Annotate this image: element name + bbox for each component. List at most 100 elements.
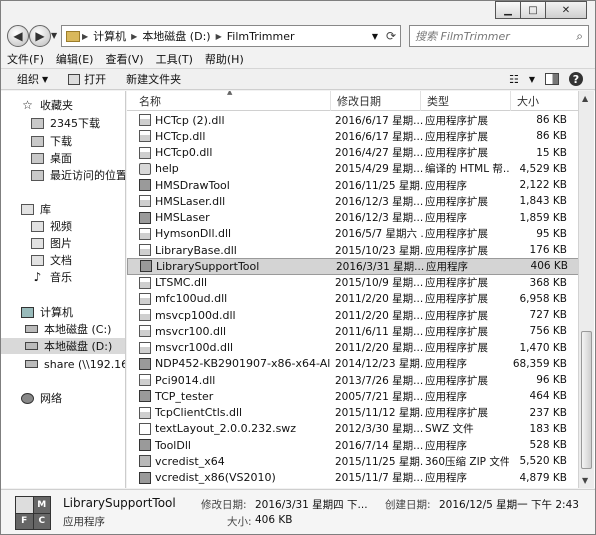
- file-row[interactable]: TCP_tester 2005/7/21 星期... 应用程序 464 KB: [127, 388, 579, 404]
- file-name-cell[interactable]: vcredist_x86(VS2010SP1): [139, 487, 331, 488]
- file-name-cell[interactable]: HymsonDll.dll: [139, 227, 331, 240]
- file-row[interactable]: LibrarySupportTool 2016/3/31 星期... 应用程序 406…: [127, 258, 579, 275]
- file-name-cell[interactable]: LTSMC.dll: [139, 276, 331, 289]
- nav-item-drive-c[interactable]: 本地磁盘 (C:): [1, 321, 125, 337]
- file-row[interactable]: ToolDll 2016/7/14 星期... 应用程序 528 KB: [127, 437, 579, 453]
- file-row[interactable]: HMSLaser.dll 2016/12/3 星期... 应用程序扩展 1,843 K…: [127, 193, 579, 209]
- file-name-cell[interactable]: Pci9014.dll: [139, 374, 331, 387]
- file-name-cell[interactable]: mfc100ud.dll: [139, 292, 331, 305]
- file-name-cell[interactable]: HMSDrawTool: [139, 179, 331, 192]
- menu-help[interactable]: 帮助(H): [205, 51, 244, 67]
- nav-item-documents[interactable]: 文档: [31, 252, 125, 268]
- nav-item-music[interactable]: ♪ 音乐: [31, 269, 125, 285]
- search-icon[interactable]: ⌕: [576, 29, 583, 44]
- file-row[interactable]: help 2015/4/29 星期... 编译的 HTML 帮... 4,529 KB: [127, 161, 579, 177]
- nav-item-videos[interactable]: 视频: [31, 218, 125, 234]
- breadcrumb-filmtrimmer[interactable]: FilmTrimmer: [224, 30, 298, 43]
- close-button[interactable]: ✕: [545, 1, 587, 19]
- vertical-scrollbar[interactable]: ▲ ▼: [578, 91, 594, 488]
- file-name-cell[interactable]: msvcr100.dll: [139, 325, 331, 338]
- column-type[interactable]: 类型: [421, 91, 511, 111]
- file-name-cell[interactable]: TCP_tester: [139, 390, 331, 403]
- organize-button[interactable]: 组织 ▼: [17, 71, 48, 87]
- file-name-cell[interactable]: HMSLaser.dll: [139, 195, 331, 208]
- preview-pane-icon[interactable]: [545, 73, 559, 85]
- nav-computer[interactable]: 计算机: [21, 304, 125, 320]
- address-bar[interactable]: ▶ 计算机 ▶ 本地磁盘 (D:) ▶ FilmTrimmer ▼ ⟳: [61, 25, 401, 47]
- file-name-cell[interactable]: msvcp100d.dll: [139, 309, 331, 322]
- file-name-cell[interactable]: msvcr100d.dll: [139, 341, 331, 354]
- breadcrumb-chevron-icon[interactable]: ▶: [80, 32, 90, 41]
- file-row[interactable]: vcredist_x86(VS2010SP1) 2015/11/7 星期...应用…: [127, 486, 579, 488]
- file-row[interactable]: HymsonDll.dll 2016/5/7 星期六 ... 应用程序扩展 95 KB: [127, 226, 579, 242]
- scroll-up-icon[interactable]: ▲: [582, 94, 588, 103]
- new-folder-button[interactable]: 新建文件夹: [126, 71, 181, 87]
- minimize-button[interactable]: ▁: [495, 1, 521, 19]
- file-name-cell[interactable]: help: [139, 162, 331, 175]
- scrollbar-thumb[interactable]: [581, 331, 592, 469]
- chevron-down-icon[interactable]: ▼: [529, 75, 535, 84]
- file-row[interactable]: TcpClientCtls.dll 2015/11/12 星期... 应用程序扩展 2…: [127, 405, 579, 421]
- file-name-cell[interactable]: HMSLaser: [139, 211, 331, 224]
- menu-edit[interactable]: 编辑(E): [56, 51, 94, 67]
- file-name-cell[interactable]: textLayout_2.0.0.232.swz: [139, 422, 331, 435]
- search-box[interactable]: ⌕: [409, 25, 589, 47]
- nav-item-desktop[interactable]: 桌面: [31, 150, 125, 166]
- breadcrumb-chevron-icon[interactable]: ▶: [129, 32, 139, 41]
- address-history-dropdown-icon[interactable]: ▼: [372, 32, 378, 41]
- nav-item-pictures[interactable]: 图片: [31, 235, 125, 251]
- file-row[interactable]: vcredist_x86(VS2010) 2015/11/7 星期... 应用程序 4…: [127, 470, 579, 486]
- file-row[interactable]: msvcr100d.dll 2011/2/20 星期... 应用程序扩展 1,470 …: [127, 340, 579, 356]
- file-name-cell[interactable]: vcredist_x86(VS2010): [139, 471, 331, 484]
- maximize-button[interactable]: □: [520, 1, 546, 19]
- open-button[interactable]: 打开: [68, 71, 106, 87]
- column-size[interactable]: 大小: [511, 91, 579, 111]
- nav-item-drive-d[interactable]: 本地磁盘 (D:): [1, 338, 125, 354]
- nav-item-2345-downloads[interactable]: 2345下载: [31, 115, 125, 131]
- file-row[interactable]: mfc100ud.dll 2011/2/20 星期... 应用程序扩展 6,958 K…: [127, 291, 579, 307]
- file-row[interactable]: HCTcp0.dll 2016/4/27 星期... 应用程序扩展 15 KB: [127, 145, 579, 161]
- file-name-cell[interactable]: HCTcp (2).dll: [139, 114, 331, 127]
- forward-button[interactable]: ▶: [29, 25, 51, 47]
- file-name-cell[interactable]: HCTcp.dll: [139, 130, 331, 143]
- file-name-cell[interactable]: LibraryBase.dll: [139, 244, 331, 257]
- file-row[interactable]: HCTcp.dll 2016/6/17 星期... 应用程序扩展 86 KB: [127, 128, 579, 144]
- breadcrumb-drive-d[interactable]: 本地磁盘 (D:): [139, 28, 213, 44]
- file-row[interactable]: HCTcp (2).dll 2016/6/17 星期... 应用程序扩展 86 KB: [127, 112, 579, 128]
- refresh-icon[interactable]: ⟳: [386, 29, 396, 43]
- file-name-cell[interactable]: vcredist_x64: [139, 455, 331, 468]
- file-row[interactable]: NDP452-KB2901907-x86-x64-AllOS-E... 2014/…: [127, 356, 579, 372]
- back-button[interactable]: ◀: [7, 25, 29, 47]
- nav-favorites[interactable]: ☆ 收藏夹: [21, 97, 125, 113]
- file-row[interactable]: textLayout_2.0.0.232.swz 2012/3/30 星期... S…: [127, 421, 579, 437]
- column-date[interactable]: 修改日期: [331, 91, 421, 111]
- breadcrumb-chevron-icon[interactable]: ▶: [214, 32, 224, 41]
- menu-view[interactable]: 查看(V): [105, 51, 143, 67]
- help-icon[interactable]: ?: [569, 72, 583, 86]
- file-row[interactable]: msvcr100.dll 2011/6/11 星期... 应用程序扩展 756 KB: [127, 323, 579, 339]
- nav-item-recent-places[interactable]: 最近访问的位置: [31, 167, 125, 183]
- file-name-cell[interactable]: TcpClientCtls.dll: [139, 406, 331, 419]
- file-row[interactable]: Pci9014.dll 2013/7/26 星期... 应用程序扩展 96 KB: [127, 372, 579, 388]
- menu-tools[interactable]: 工具(T): [156, 51, 193, 67]
- file-name-cell[interactable]: NDP452-KB2901907-x86-x64-AllOS-E...: [139, 357, 331, 370]
- file-name-cell[interactable]: ToolDll: [139, 439, 331, 452]
- menu-file[interactable]: 文件(F): [7, 51, 44, 67]
- nav-item-network-share[interactable]: share (\\192.168.0: [1, 356, 125, 372]
- view-options-icon[interactable]: ☷: [509, 73, 519, 86]
- file-name-cell[interactable]: HCTcp0.dll: [139, 146, 331, 159]
- scroll-down-icon[interactable]: ▼: [582, 476, 588, 485]
- column-name[interactable]: 名称: [133, 91, 331, 111]
- search-input[interactable]: [415, 29, 565, 43]
- file-row[interactable]: LTSMC.dll 2015/10/9 星期... 应用程序扩展 368 KB: [127, 275, 579, 291]
- nav-libraries[interactable]: 库: [21, 201, 125, 217]
- file-name-cell[interactable]: LibrarySupportTool: [140, 260, 332, 273]
- file-row[interactable]: vcredist_x64 2015/11/25 星期... 360压缩 ZIP 文件…: [127, 453, 579, 469]
- file-row[interactable]: msvcp100d.dll 2011/2/20 星期... 应用程序扩展 727 KB: [127, 307, 579, 323]
- breadcrumb-computer[interactable]: 计算机: [90, 28, 129, 44]
- file-row[interactable]: LibraryBase.dll 2015/10/23 星期... 应用程序扩展 176…: [127, 242, 579, 258]
- nav-item-downloads[interactable]: 下载: [31, 133, 125, 149]
- nav-network[interactable]: 网络: [21, 390, 125, 406]
- file-row[interactable]: HMSLaser 2016/12/3 星期... 应用程序 1,859 KB: [127, 210, 579, 226]
- file-row[interactable]: HMSDrawTool 2016/11/25 星期... 应用程序 2,122 KB: [127, 177, 579, 193]
